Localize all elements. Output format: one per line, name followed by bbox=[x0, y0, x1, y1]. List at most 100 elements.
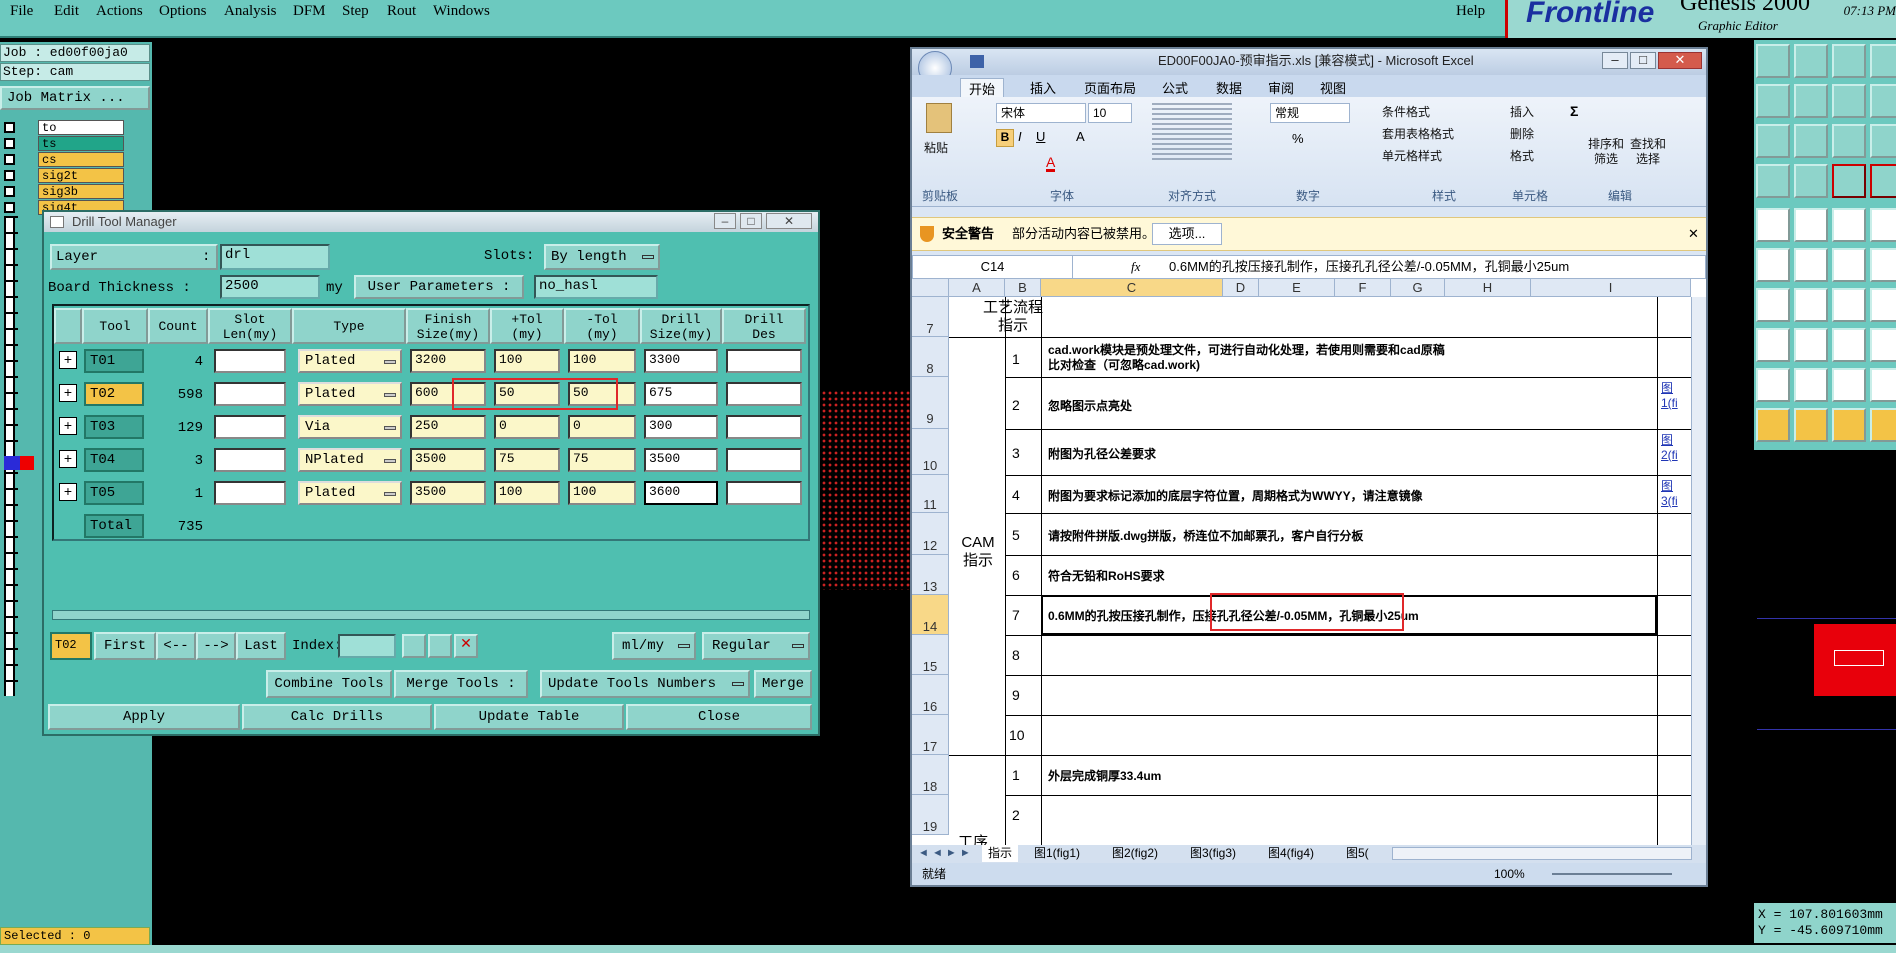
tool-icon[interactable] bbox=[1870, 124, 1896, 158]
grid-icon[interactable] bbox=[1794, 164, 1828, 198]
cell-style-button[interactable]: 单元格样式 bbox=[1382, 147, 1442, 164]
layer-name[interactable]: ts bbox=[38, 136, 124, 151]
autosum-icon[interactable]: Σ bbox=[1570, 103, 1578, 119]
combine-tools-button[interactable]: Combine Tools bbox=[266, 670, 392, 698]
last-button[interactable]: Last bbox=[236, 632, 286, 660]
finish-size-input[interactable]: 3500 bbox=[410, 448, 486, 472]
arc-tool-icon[interactable] bbox=[1832, 288, 1866, 322]
search-icon[interactable] bbox=[402, 634, 426, 658]
finish-size-input[interactable]: 3500 bbox=[410, 481, 486, 505]
drill-size-input[interactable]: 300 bbox=[644, 415, 718, 439]
expand-icon[interactable]: + bbox=[59, 384, 77, 402]
units-dropdown[interactable]: ml/my bbox=[612, 632, 696, 660]
row-header[interactable]: 13 bbox=[912, 555, 949, 595]
tool-icon[interactable] bbox=[1870, 328, 1896, 362]
security-options-button[interactable]: 选项... bbox=[1152, 223, 1222, 245]
col-header-h[interactable]: H bbox=[1445, 279, 1531, 297]
layer-row[interactable]: cs bbox=[4, 152, 124, 168]
plus-tol-input[interactable]: 100 bbox=[494, 481, 560, 505]
row-header[interactable]: 7 bbox=[912, 297, 949, 337]
tool-icon[interactable] bbox=[1794, 124, 1828, 158]
update-table-button[interactable]: Update Table bbox=[434, 704, 624, 730]
row-header[interactable]: 11 bbox=[912, 475, 949, 513]
tool-icon[interactable] bbox=[1832, 248, 1866, 282]
delete-icon[interactable]: ✕ bbox=[454, 634, 478, 658]
col-header-b[interactable]: B bbox=[1005, 279, 1041, 297]
tool-icon[interactable] bbox=[1870, 208, 1896, 242]
instruction-text[interactable]: 外层完成铜厚33.4um bbox=[1048, 767, 1161, 784]
next-button[interactable]: --> bbox=[196, 632, 236, 660]
drill-size-input[interactable]: 3300 bbox=[644, 349, 718, 373]
tool-cell[interactable]: T02 bbox=[84, 382, 144, 406]
merge-tools-dropdown[interactable]: Update Tools Numbers bbox=[540, 670, 750, 698]
tool-icon[interactable] bbox=[1870, 288, 1896, 322]
zoom-ratio-icon[interactable] bbox=[1832, 124, 1866, 158]
cursor-icon[interactable] bbox=[1832, 408, 1866, 442]
tool-icon[interactable] bbox=[1756, 84, 1790, 118]
row-header[interactable]: 15 bbox=[912, 635, 949, 675]
sheet-tab[interactable]: 图1(fig1) bbox=[1034, 845, 1080, 862]
checkbox-icon[interactable] bbox=[4, 202, 15, 213]
row-header[interactable]: 9 bbox=[912, 377, 949, 429]
close-icon[interactable]: ✕ bbox=[766, 213, 812, 229]
plus-tol-input[interactable]: 75 bbox=[494, 448, 560, 472]
menu-edit[interactable]: Edit bbox=[54, 3, 79, 20]
tool-icon[interactable] bbox=[1756, 164, 1790, 198]
line-tool-icon[interactable] bbox=[1794, 288, 1828, 322]
layer-name[interactable]: sig3b bbox=[38, 184, 124, 199]
slot-len-input[interactable] bbox=[214, 481, 286, 505]
layer-field[interactable]: drl bbox=[220, 244, 330, 270]
tool-icon[interactable] bbox=[1832, 328, 1866, 362]
checkbox-icon[interactable] bbox=[4, 138, 15, 149]
menu-dfm[interactable]: DFM bbox=[293, 3, 326, 20]
type-dropdown[interactable]: Plated bbox=[298, 481, 402, 505]
plus-tol-input[interactable]: 0 bbox=[494, 415, 560, 439]
drill-size-input[interactable]: 675 bbox=[644, 382, 718, 406]
index-field[interactable] bbox=[338, 634, 396, 658]
percent-icon[interactable]: % bbox=[1292, 131, 1304, 146]
merge-button[interactable]: Merge bbox=[754, 670, 812, 698]
checkbox-icon[interactable] bbox=[4, 186, 15, 197]
instruction-text[interactable]: 忽略图示点亮处 bbox=[1048, 397, 1132, 414]
layer-row[interactable]: sig2t bbox=[4, 168, 124, 184]
figure-link[interactable]: 图1(fi bbox=[1661, 379, 1689, 410]
row-header[interactable]: 18 bbox=[912, 755, 949, 795]
slot-len-input[interactable] bbox=[214, 415, 286, 439]
minus-tol-input[interactable]: 100 bbox=[568, 481, 636, 505]
function-icon[interactable]: fx bbox=[1131, 256, 1140, 278]
font-name-select[interactable]: 宋体 bbox=[996, 103, 1086, 123]
tool-icon[interactable] bbox=[1794, 248, 1828, 282]
row-header[interactable]: 16 bbox=[912, 675, 949, 715]
row-header[interactable]: 8 bbox=[912, 337, 949, 377]
tool-icon[interactable] bbox=[1832, 164, 1866, 198]
cursor-icon[interactable] bbox=[1794, 408, 1828, 442]
tab-formulas[interactable]: 公式 bbox=[1162, 78, 1188, 97]
tool-icon[interactable] bbox=[1832, 84, 1866, 118]
drill-des-input[interactable] bbox=[726, 481, 802, 505]
slots-dropdown[interactable]: By length bbox=[544, 244, 660, 270]
slot-len-input[interactable] bbox=[214, 448, 286, 472]
figure-link[interactable]: 图3(fi bbox=[1661, 477, 1689, 508]
tool-icon[interactable] bbox=[1756, 124, 1790, 158]
tool-cell[interactable]: T04 bbox=[84, 448, 144, 472]
tab-data[interactable]: 数据 bbox=[1216, 78, 1242, 97]
expand-icon[interactable]: + bbox=[59, 450, 77, 468]
tool-icon[interactable] bbox=[1794, 84, 1828, 118]
triangle-icon[interactable] bbox=[1756, 368, 1790, 402]
layer-row[interactable]: to bbox=[4, 120, 124, 136]
paste-label[interactable]: 粘贴 bbox=[924, 139, 948, 156]
type-dropdown[interactable]: Plated bbox=[298, 349, 402, 373]
name-box[interactable]: C14 bbox=[913, 256, 1073, 278]
cursor-icon[interactable] bbox=[1870, 408, 1896, 442]
font-color-icon[interactable]: A bbox=[1046, 155, 1056, 172]
calc-drills-button[interactable]: Calc Drills bbox=[242, 704, 432, 730]
triangle-icon[interactable] bbox=[1832, 368, 1866, 402]
apply-button[interactable]: Apply bbox=[48, 704, 240, 730]
triangle-icon[interactable] bbox=[1794, 368, 1828, 402]
close-button[interactable]: Close bbox=[626, 704, 812, 730]
col-header-e[interactable]: E bbox=[1259, 279, 1335, 297]
prev-button[interactable]: <-- bbox=[156, 632, 196, 660]
tab-home[interactable]: 开始 bbox=[960, 78, 1005, 98]
tool-icon[interactable] bbox=[1756, 328, 1790, 362]
delete-button[interactable]: 删除 bbox=[1510, 125, 1534, 142]
